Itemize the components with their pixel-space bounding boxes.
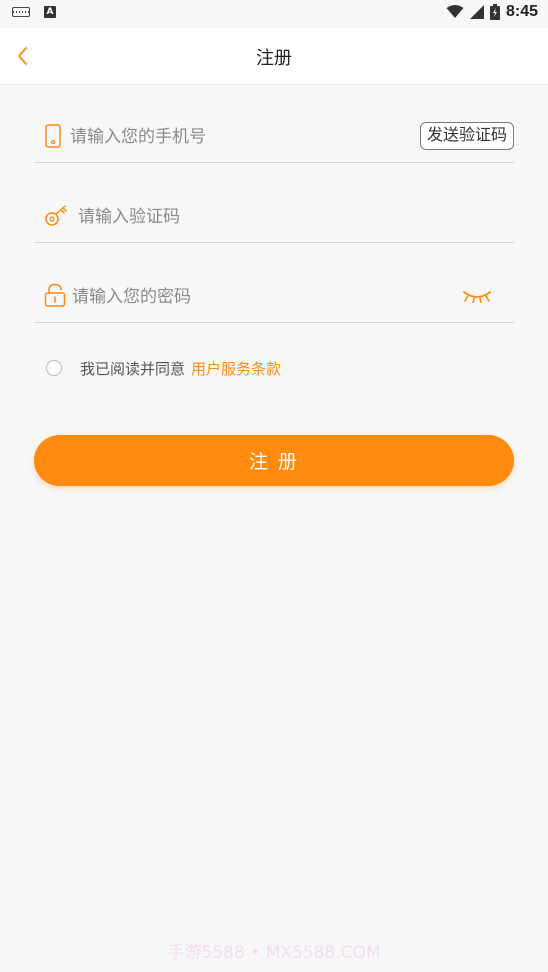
password-row bbox=[34, 272, 514, 323]
password-input[interactable] bbox=[70, 282, 414, 312]
phone-input[interactable] bbox=[68, 122, 412, 152]
watermark: 手游5588 • MX5588.COM bbox=[167, 943, 381, 963]
terms-link[interactable]: 用户服务条款 bbox=[191, 358, 281, 379]
lock-icon bbox=[44, 283, 66, 307]
signal-icon bbox=[469, 5, 484, 19]
code-row bbox=[34, 192, 514, 243]
nav-header: 注册 bbox=[0, 28, 548, 85]
wifi-icon bbox=[446, 5, 464, 18]
register-button[interactable]: 注 册 bbox=[34, 435, 514, 486]
page-title: 注册 bbox=[256, 48, 292, 69]
phone-row: 发送验证码 bbox=[34, 112, 514, 163]
eye-closed-icon[interactable] bbox=[462, 289, 492, 303]
send-code-button[interactable]: 发送验证码 bbox=[419, 122, 514, 150]
a-app-icon: A bbox=[44, 6, 56, 18]
code-input[interactable] bbox=[76, 202, 420, 232]
key-icon bbox=[45, 205, 67, 226]
status-time: 8:45 bbox=[505, 3, 538, 20]
agreement-text: 我已阅读并同意 bbox=[80, 359, 186, 378]
battery-icon bbox=[489, 4, 500, 20]
status-bar: A 8:45 bbox=[0, 0, 548, 28]
agreement-checkbox[interactable] bbox=[46, 360, 62, 376]
keyboard-icon bbox=[12, 7, 30, 17]
register-screen: A 8:45 注册 请输入您的手机号 发送验证码 请输入验证码 我已阅读并同意 … bbox=[0, 0, 548, 972]
phone-icon bbox=[45, 124, 61, 148]
agreement-row: 我已阅读并同意 用户服务条款 bbox=[46, 357, 281, 379]
